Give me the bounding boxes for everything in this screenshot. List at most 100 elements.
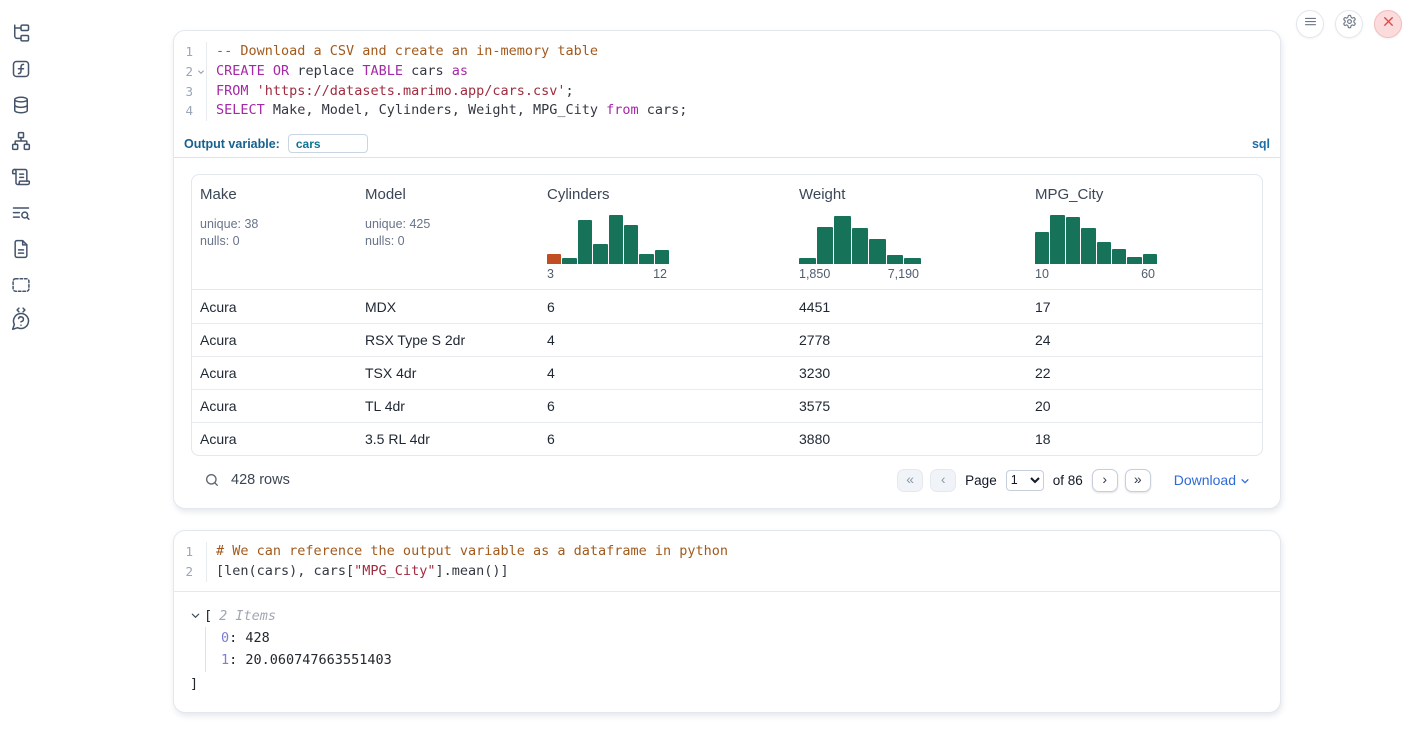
items-count-label: 2 Items [219, 608, 276, 624]
search-icon[interactable] [204, 472, 220, 488]
table-row: AcuraRSX Type S 2dr4277824 [192, 323, 1262, 356]
output-list-header: [ 2 Items [190, 608, 1264, 624]
gear-icon [1342, 14, 1357, 34]
page-label: Page [965, 473, 997, 488]
code-line: [len(cars), cars["MPG_City"].mean()] [216, 562, 1280, 582]
scroll-icon[interactable] [11, 167, 31, 187]
histogram-bar [1050, 215, 1064, 264]
column-header-weight[interactable]: Weight 1,8507,190 [791, 175, 1027, 289]
table-cell: Acura [192, 332, 357, 348]
table-cell: 18 [1027, 431, 1262, 447]
table-cell: MDX [357, 299, 539, 315]
histogram-bar [1127, 257, 1141, 264]
column-histogram: 1060 [1035, 212, 1157, 281]
table-cell: 3575 [791, 398, 1027, 414]
histogram-bar [1143, 254, 1157, 264]
column-header-cylinders[interactable]: Cylinders 312 [539, 175, 791, 289]
code-line: SELECT Make, Model, Cylinders, Weight, M… [216, 101, 1280, 121]
next-page-button[interactable]: › [1092, 469, 1118, 492]
output-variable-label: Output variable: [184, 137, 280, 151]
code-lines: -- Download a CSV and create an in-memor… [207, 42, 1280, 121]
first-page-button[interactable]: « [897, 469, 923, 492]
histogram-bar [1081, 228, 1095, 264]
column-name: Weight [799, 186, 1019, 203]
histogram-min-label: 10 [1035, 267, 1049, 281]
fold-chevron-icon[interactable] [195, 68, 206, 76]
chevron-down-icon[interactable] [190, 610, 201, 621]
line-number: 2 [174, 62, 195, 82]
close-button[interactable] [1374, 10, 1402, 38]
network-icon[interactable] [11, 131, 31, 151]
close-icon [1381, 14, 1396, 34]
language-badge: sql [1252, 137, 1270, 151]
text-search-icon[interactable] [11, 203, 31, 223]
histogram-bar [799, 258, 816, 264]
function-square-icon[interactable] [11, 59, 31, 79]
item-value: 428 [245, 630, 269, 646]
gear-button[interactable] [1335, 10, 1363, 38]
table-footer: 428 rows « ‹ Page 1 of 86 › » Download [191, 464, 1263, 496]
file-tree-icon[interactable] [11, 23, 31, 43]
line-number: 2 [174, 562, 195, 582]
line-number-gutter: 12 [174, 542, 207, 582]
table-row: AcuraTL 4dr6357520 [192, 389, 1262, 422]
item-index: 1 [221, 652, 229, 668]
column-stats: unique: 38nulls: 0 [200, 216, 349, 249]
table-cell: 20 [1027, 398, 1262, 414]
table-cell: Acura [192, 299, 357, 315]
data-table: Make unique: 38nulls: 0Modelunique: 425nu… [191, 174, 1263, 456]
histogram-bar [547, 254, 561, 264]
output-list-item: 1: 20.060747663551403 [221, 649, 1264, 672]
column-header-mpg_city[interactable]: MPG_City1060 [1027, 175, 1262, 289]
database-icon[interactable] [11, 95, 31, 115]
column-header-model[interactable]: Modelunique: 425nulls: 0 [357, 175, 539, 289]
histogram-bar [1097, 242, 1111, 264]
code-lines: # We can reference the output variable a… [207, 542, 1280, 582]
table-cell: 2778 [791, 332, 1027, 348]
code-snippet-icon[interactable] [11, 275, 31, 295]
python-cell: 12 # We can reference the output variabl… [173, 530, 1281, 713]
table-row: AcuraMDX6445117 [192, 290, 1262, 323]
download-label: Download [1174, 472, 1236, 488]
page-select[interactable]: 1 [1006, 470, 1044, 491]
column-histogram: 1,8507,190 [799, 212, 921, 281]
histogram-bar [624, 225, 638, 264]
line-number-gutter: 1234 [174, 42, 207, 121]
table-cell: TL 4dr [357, 398, 539, 414]
prev-page-button[interactable]: ‹ [930, 469, 956, 492]
table-cell: 6 [539, 431, 791, 447]
column-header-make[interactable]: Make unique: 38nulls: 0 [192, 175, 357, 289]
histogram-bar [578, 220, 592, 264]
table-cell: Acura [192, 365, 357, 381]
help-bubble-icon[interactable] [11, 311, 31, 331]
row-count: 428 rows [231, 472, 290, 488]
top-right-controls [1296, 10, 1402, 38]
histogram-bar [852, 228, 869, 264]
histogram-bar [562, 258, 576, 264]
column-name: Make [200, 186, 349, 203]
output-variable-input[interactable] [288, 134, 368, 153]
histogram-bar [817, 227, 834, 264]
document-icon[interactable] [11, 239, 31, 259]
table-cell: 24 [1027, 332, 1262, 348]
code-line: CREATE OR replace TABLE cars as [216, 62, 1280, 82]
column-name: Cylinders [547, 186, 783, 203]
last-page-button[interactable]: » [1125, 469, 1151, 492]
histogram-bar [904, 258, 921, 264]
column-histogram: 312 [547, 212, 669, 281]
left-sidebar [0, 0, 42, 729]
table-body: AcuraMDX6445117AcuraRSX Type S 2dr427782… [192, 290, 1262, 455]
table-cell: RSX Type S 2dr [357, 332, 539, 348]
histogram-bar [593, 244, 607, 264]
download-button[interactable]: Download [1174, 472, 1250, 488]
menu-button[interactable] [1296, 10, 1324, 38]
histogram-bar [1112, 249, 1126, 265]
table-header: Make unique: 38nulls: 0Modelunique: 425nu… [192, 175, 1262, 290]
pagination: « ‹ Page 1 of 86 › » Download [897, 469, 1250, 492]
line-number: 4 [174, 101, 195, 121]
table-cell: 4451 [791, 299, 1027, 315]
python-code-editor[interactable]: 12 # We can reference the output variabl… [174, 531, 1280, 591]
code-line: # We can reference the output variable a… [216, 542, 1280, 562]
sql-code-editor[interactable]: 1234 -- Download a CSV and create an in-… [174, 31, 1280, 130]
item-index: 0 [221, 630, 229, 646]
